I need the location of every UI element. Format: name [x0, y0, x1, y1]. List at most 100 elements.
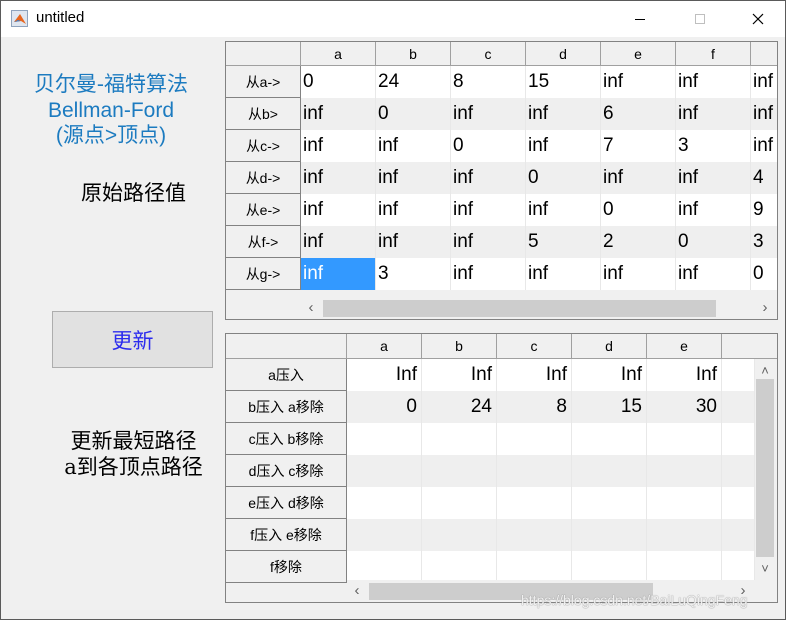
row-header[interactable]: 从b>: [226, 98, 301, 130]
table-cell[interactable]: [347, 455, 422, 487]
table-cell[interactable]: [647, 487, 722, 519]
row-header[interactable]: 从g->: [226, 258, 301, 290]
column-header[interactable]: c: [451, 42, 526, 66]
table-cell[interactable]: inf: [376, 162, 451, 194]
table-cell[interactable]: 7: [601, 130, 676, 162]
table-cell[interactable]: 0: [301, 66, 376, 98]
table-cell[interactable]: [497, 455, 572, 487]
column-header[interactable]: a: [301, 42, 376, 66]
table-cell[interactable]: inf: [526, 194, 601, 226]
table-cell[interactable]: 3: [751, 226, 777, 258]
table-cell[interactable]: 24: [376, 66, 451, 98]
table-cell[interactable]: 0: [601, 194, 676, 226]
table-cell[interactable]: inf: [526, 130, 601, 162]
table-cell[interactable]: 15: [526, 66, 601, 98]
row-header[interactable]: 从d->: [226, 162, 301, 194]
horizontal-scrollbar[interactable]: ‹ ›: [301, 297, 777, 319]
table-cell[interactable]: [422, 551, 497, 583]
table-cell[interactable]: [572, 519, 647, 551]
table-cell[interactable]: [497, 423, 572, 455]
scroll-left-arrow[interactable]: ‹: [349, 581, 365, 601]
column-header[interactable]: a: [347, 334, 422, 359]
scrollbar-thumb[interactable]: [756, 379, 774, 557]
table-cell[interactable]: [347, 551, 422, 583]
minimize-button[interactable]: [617, 1, 663, 37]
table-cell[interactable]: inf: [676, 258, 751, 290]
table-cell[interactable]: [647, 455, 722, 487]
table-cell[interactable]: 6: [601, 98, 676, 130]
table-cell[interactable]: inf: [676, 194, 751, 226]
table-cell[interactable]: inf: [751, 130, 777, 162]
table-cell[interactable]: inf: [676, 98, 751, 130]
table-cell[interactable]: [572, 487, 647, 519]
table-cell[interactable]: inf: [301, 130, 376, 162]
table-cell[interactable]: inf: [601, 258, 676, 290]
table-cell[interactable]: [647, 551, 722, 583]
column-header[interactable]: c: [497, 334, 572, 359]
table-cell[interactable]: [347, 423, 422, 455]
table-cell[interactable]: [722, 391, 755, 423]
table-cell[interactable]: 15: [572, 391, 647, 423]
table-cell[interactable]: inf: [526, 98, 601, 130]
table-cell[interactable]: inf: [451, 226, 526, 258]
table-cell[interactable]: inf: [451, 162, 526, 194]
table-cell[interactable]: 0: [451, 130, 526, 162]
scroll-down-arrow[interactable]: ˅: [755, 561, 775, 577]
column-header[interactable]: [722, 334, 777, 359]
table-cell[interactable]: [647, 423, 722, 455]
table-cell[interactable]: [572, 423, 647, 455]
table-cell[interactable]: inf: [451, 258, 526, 290]
table-cell[interactable]: 3: [676, 130, 751, 162]
table-cell[interactable]: [572, 455, 647, 487]
table-cell[interactable]: Inf: [347, 359, 422, 391]
row-header[interactable]: 从e->: [226, 194, 301, 226]
maximize-button[interactable]: [677, 1, 723, 37]
table-cell[interactable]: inf: [451, 194, 526, 226]
table-cell[interactable]: [347, 487, 422, 519]
table-cell[interactable]: [422, 487, 497, 519]
scroll-right-arrow[interactable]: ›: [757, 298, 773, 318]
table-cell[interactable]: 9: [751, 194, 777, 226]
table-cell[interactable]: 0: [376, 98, 451, 130]
scroll-left-arrow[interactable]: ‹: [303, 298, 319, 318]
row-header[interactable]: 从a->: [226, 66, 301, 98]
row-header[interactable]: f移除: [226, 551, 347, 583]
table-cell[interactable]: inf: [301, 98, 376, 130]
column-header[interactable]: f: [676, 42, 751, 66]
table-cell[interactable]: [347, 519, 422, 551]
table-cell[interactable]: [422, 423, 497, 455]
table-cell[interactable]: [722, 487, 755, 519]
table-cell[interactable]: inf: [676, 162, 751, 194]
table-cell[interactable]: Inf: [647, 359, 722, 391]
table-cell[interactable]: 24: [422, 391, 497, 423]
table-cell[interactable]: 30: [647, 391, 722, 423]
table-cell[interactable]: inf: [301, 194, 376, 226]
table-cell[interactable]: Inf: [497, 359, 572, 391]
table-cell[interactable]: [722, 423, 755, 455]
row-header[interactable]: e压入 d移除: [226, 487, 347, 519]
table-cell[interactable]: 3: [376, 258, 451, 290]
close-button[interactable]: [735, 1, 781, 37]
row-header[interactable]: d压入 c移除: [226, 455, 347, 487]
table-cell[interactable]: 0: [526, 162, 601, 194]
scrollbar-thumb[interactable]: [323, 300, 716, 317]
table-cell[interactable]: inf: [451, 98, 526, 130]
column-header[interactable]: d: [526, 42, 601, 66]
table-cell[interactable]: inf: [301, 258, 376, 290]
table-cell[interactable]: inf: [751, 98, 777, 130]
table-cell[interactable]: [722, 359, 755, 391]
table-cell[interactable]: 0: [347, 391, 422, 423]
table-cell[interactable]: 4: [751, 162, 777, 194]
table-cell[interactable]: inf: [376, 130, 451, 162]
table-cell[interactable]: [722, 455, 755, 487]
table-cell[interactable]: inf: [526, 258, 601, 290]
row-header[interactable]: b压入 a移除: [226, 391, 347, 423]
table-cell[interactable]: inf: [376, 194, 451, 226]
table-cell[interactable]: inf: [751, 66, 777, 98]
row-header[interactable]: f压入 e移除: [226, 519, 347, 551]
table-cell[interactable]: inf: [676, 66, 751, 98]
table-cell[interactable]: 8: [497, 391, 572, 423]
column-header[interactable]: [751, 42, 777, 66]
row-header[interactable]: c压入 b移除: [226, 423, 347, 455]
update-button[interactable]: 更新: [52, 311, 213, 368]
